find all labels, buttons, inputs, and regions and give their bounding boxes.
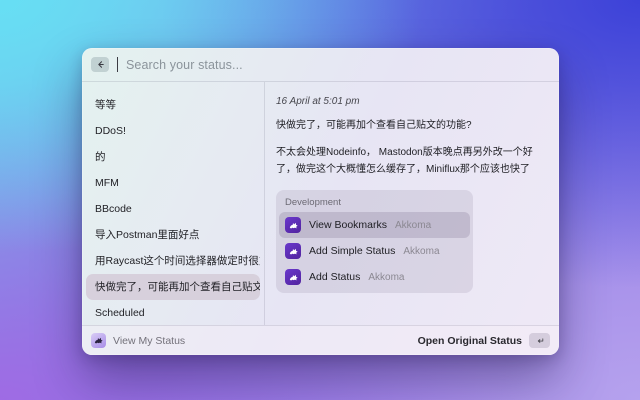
status-list-item[interactable]: 等等: [86, 92, 260, 118]
akkoma-app-icon: [285, 269, 301, 285]
return-key-icon: [535, 336, 545, 346]
akkoma-app-icon: [285, 243, 301, 259]
status-text-line: 快做完了，可能再加个查看自己贴文的功能?: [276, 117, 548, 134]
desktop-background: Search your status... 等等 DDoS! 的 MFM BBc…: [0, 0, 640, 400]
action-label: View Bookmarks: [309, 219, 387, 231]
action-app-name: Akkoma: [403, 246, 439, 257]
back-arrow-icon: [95, 59, 106, 70]
status-list: 等等 DDoS! 的 MFM BBcode 导入Postman里面好点 用Ray…: [82, 82, 265, 325]
action-add-simple-status[interactable]: Add Simple Status Akkoma: [279, 238, 470, 264]
search-input[interactable]: Search your status...: [126, 58, 243, 72]
status-list-item[interactable]: DDoS!: [86, 118, 260, 144]
akkoma-app-icon: [285, 217, 301, 233]
main-split: 等等 DDoS! 的 MFM BBcode 导入Postman里面好点 用Ray…: [82, 82, 559, 325]
status-list-item[interactable]: MFM: [86, 170, 260, 196]
return-key-hint: [529, 333, 550, 348]
footer-bar: View My Status Open Original Status: [82, 325, 559, 355]
action-label: Add Simple Status: [309, 245, 395, 257]
action-add-status[interactable]: Add Status Akkoma: [279, 264, 470, 290]
actions-panel: Development View Bookmarks Akkoma Add Si…: [276, 190, 473, 293]
status-list-item-selected[interactable]: 快做完了，可能再加个查看自己贴文的...: [86, 274, 260, 300]
status-list-item[interactable]: 用Raycast这个时间选择器做定时很方...: [86, 248, 260, 274]
action-label: Add Status: [309, 271, 360, 283]
akkoma-extension-icon: [91, 333, 106, 348]
status-list-item[interactable]: 导入Postman里面好点: [86, 222, 260, 248]
search-bar: Search your status...: [82, 48, 559, 82]
launcher-window: Search your status... 等等 DDoS! 的 MFM BBc…: [82, 48, 559, 355]
action-app-name: Akkoma: [368, 272, 404, 283]
status-detail-panel: 16 April at 5:01 pm 快做完了，可能再加个查看自己贴文的功能?…: [265, 82, 559, 325]
status-list-item[interactable]: BBcode: [86, 196, 260, 222]
open-original-status-action[interactable]: Open Original Status: [418, 335, 522, 347]
action-app-name: Akkoma: [395, 220, 431, 231]
status-timestamp: 16 April at 5:01 pm: [276, 96, 548, 107]
action-view-bookmarks[interactable]: View Bookmarks Akkoma: [279, 212, 470, 238]
status-list-item[interactable]: 的: [86, 144, 260, 170]
status-text-body: 不太会处理Nodeinfo， Mastodon版本晚点再另外改一个好了，做完这个…: [276, 144, 548, 178]
actions-section-label: Development: [279, 193, 470, 212]
back-button[interactable]: [91, 57, 109, 72]
status-list-item[interactable]: Scheduled: [86, 300, 260, 326]
text-cursor: [117, 57, 118, 72]
view-my-status-action[interactable]: View My Status: [113, 335, 185, 347]
